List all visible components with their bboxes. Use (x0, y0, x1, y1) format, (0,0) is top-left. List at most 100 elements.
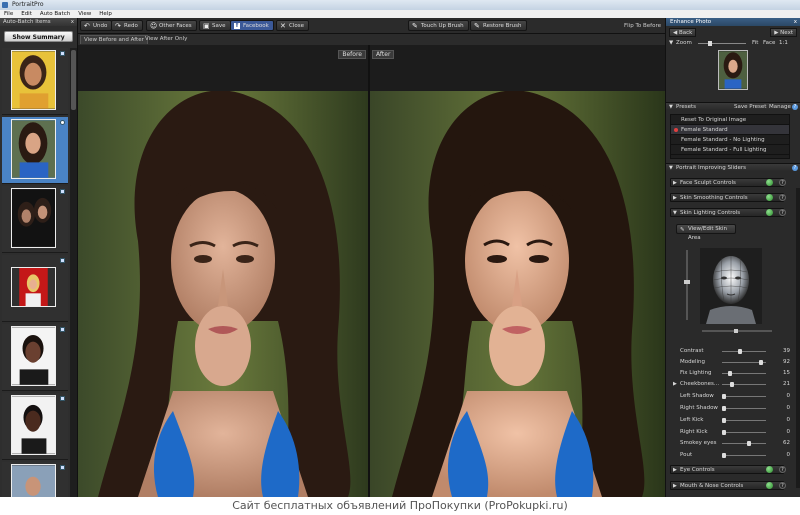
slider-knob[interactable] (684, 280, 690, 284)
redo-button[interactable]: ↷ Redo (111, 20, 143, 31)
face-sculpt-help-icon[interactable]: ? (779, 179, 786, 186)
slider-knob[interactable] (722, 430, 726, 435)
item-flag-icon[interactable] (60, 396, 65, 401)
view-edit-skin-area-button[interactable]: ✎ View/Edit Skin Area (676, 224, 736, 241)
zoom-face-button[interactable]: Face (763, 39, 775, 47)
preset-item[interactable]: Female Standard - Full Lighting (671, 145, 789, 155)
slider-row[interactable]: Left Kick 0 (670, 415, 790, 426)
skin-lighting-help-icon[interactable]: ? (779, 209, 786, 216)
close-panel-icon[interactable]: x (794, 18, 797, 26)
slider-knob[interactable] (722, 394, 726, 399)
mouth-nose-toggle[interactable] (766, 482, 773, 489)
slider-row[interactable]: Pout 0 (670, 450, 790, 461)
tab-after-only[interactable]: View After Only (142, 35, 190, 44)
slider-knob[interactable] (758, 360, 763, 365)
help-icon[interactable]: ? (792, 104, 798, 110)
slider-track[interactable] (722, 394, 766, 399)
zoom-toggle-icon[interactable]: ▼ (669, 39, 673, 47)
slider-track[interactable] (722, 453, 766, 458)
item-flag-icon[interactable] (60, 189, 65, 194)
slider-knob[interactable] (722, 406, 726, 411)
item-status-icon[interactable] (60, 120, 65, 125)
preset-item[interactable]: Reset To Original Image (671, 115, 789, 125)
skin-smoothing-help-icon[interactable]: ? (779, 194, 786, 201)
preset-item-selected[interactable]: Female Standard (671, 125, 789, 135)
menu-edit[interactable]: Edit (21, 10, 32, 18)
slider-track[interactable] (722, 406, 766, 411)
skin-smoothing-toggle[interactable] (766, 194, 773, 201)
preset-list[interactable]: Reset To Original Image Female Standard … (670, 114, 790, 159)
manage-presets-button[interactable]: Manage (769, 103, 791, 111)
slider-row[interactable]: Left Shadow 0 (670, 391, 790, 402)
slider-knob[interactable] (730, 382, 735, 387)
close-icon[interactable]: x (71, 18, 74, 26)
slider-row[interactable]: Smokey eyes 62 (670, 438, 790, 449)
slider-row[interactable]: ▶ Cheekbones... 21 (670, 379, 790, 390)
show-summary-button[interactable]: Show Summary (4, 31, 73, 42)
next-button[interactable]: ▶ Next (770, 28, 797, 37)
face-sculpt-toggle[interactable] (766, 179, 773, 186)
after-photo[interactable] (370, 91, 665, 497)
back-button[interactable]: ◀ Back (669, 28, 697, 37)
slider-track[interactable] (722, 382, 766, 387)
restore-brush-button[interactable]: ✎ Restore Brush (470, 20, 527, 31)
slider-track[interactable] (722, 371, 766, 376)
mouth-nose-help-icon[interactable]: ? (779, 482, 786, 489)
batch-thumbnail[interactable] (2, 48, 68, 115)
before-photo[interactable] (78, 91, 368, 497)
batch-thumbnail[interactable] (2, 255, 68, 322)
slider-track[interactable] (722, 349, 766, 354)
touch-up-brush-button[interactable]: ✎ Touch Up Brush (408, 20, 469, 31)
other-faces-button[interactable]: ☺ Other Faces (146, 20, 197, 31)
help-icon[interactable]: ? (792, 165, 798, 171)
light-horizontal-slider[interactable] (702, 329, 772, 333)
batch-thumbnail[interactable] (2, 393, 68, 460)
zoom-fit-button[interactable]: Fit (752, 39, 758, 47)
batch-thumbnail[interactable] (2, 117, 68, 184)
tab-before-and-after[interactable]: View Before and After (80, 35, 148, 44)
slider-track[interactable] (722, 430, 766, 435)
save-button[interactable]: ▣ Save (199, 20, 231, 31)
item-flag-icon[interactable] (60, 465, 65, 470)
menu-view[interactable]: View (78, 10, 91, 18)
scrollbar-thumb[interactable] (71, 50, 76, 110)
slider-row[interactable]: Contrast 39 (670, 346, 790, 357)
slider-track[interactable] (722, 418, 766, 423)
item-flag-icon[interactable] (60, 327, 65, 332)
item-flag-icon[interactable] (60, 51, 65, 56)
photo-view-area[interactable]: Before After (78, 45, 665, 497)
batch-thumbnail[interactable] (2, 324, 68, 391)
menu-help[interactable]: Help (99, 10, 112, 18)
zoom-slider-knob[interactable] (708, 41, 712, 46)
slider-row[interactable]: Right Kick 0 (670, 427, 790, 438)
slider-track[interactable] (722, 441, 766, 446)
slider-knob[interactable] (722, 418, 726, 423)
zoom-1-1-button[interactable]: 1:1 (779, 39, 788, 47)
light-vertical-slider[interactable] (684, 250, 690, 320)
collapse-icon[interactable]: ▼ (669, 103, 673, 111)
batch-thumbnail[interactable] (2, 186, 68, 253)
eye-controls-help-icon[interactable]: ? (779, 466, 786, 473)
batch-thumbnail[interactable] (2, 462, 68, 497)
menu-file[interactable]: File (4, 10, 13, 18)
eye-controls-toggle[interactable] (766, 466, 773, 473)
slider-row[interactable]: Modeling 92 (670, 357, 790, 368)
undo-button[interactable]: ↶ Undo (80, 20, 113, 31)
slider-knob[interactable] (728, 371, 732, 376)
slider-track[interactable] (722, 360, 766, 365)
zoom-slider[interactable] (698, 41, 746, 46)
collapse-icon[interactable]: ▼ (669, 164, 673, 172)
slider-knob[interactable] (737, 349, 742, 354)
panel-scrollbar[interactable] (796, 188, 800, 488)
lighting-face-model[interactable] (700, 248, 762, 324)
thumbnail-scrollbar[interactable] (70, 48, 77, 497)
close-button[interactable]: ✕ Close (276, 20, 309, 31)
flip-to-before-button[interactable]: Flip To Before (624, 23, 661, 29)
navigator-thumbnail[interactable] (718, 50, 748, 90)
preset-item[interactable]: Female Standard - No Lighting (671, 135, 789, 145)
slider-row[interactable]: Fix Lighting 15 (670, 368, 790, 379)
before-pane[interactable]: Before (78, 45, 368, 497)
facebook-button[interactable]: f Facebook (230, 20, 274, 31)
item-flag-icon[interactable] (60, 258, 65, 263)
slider-knob[interactable] (734, 329, 738, 333)
